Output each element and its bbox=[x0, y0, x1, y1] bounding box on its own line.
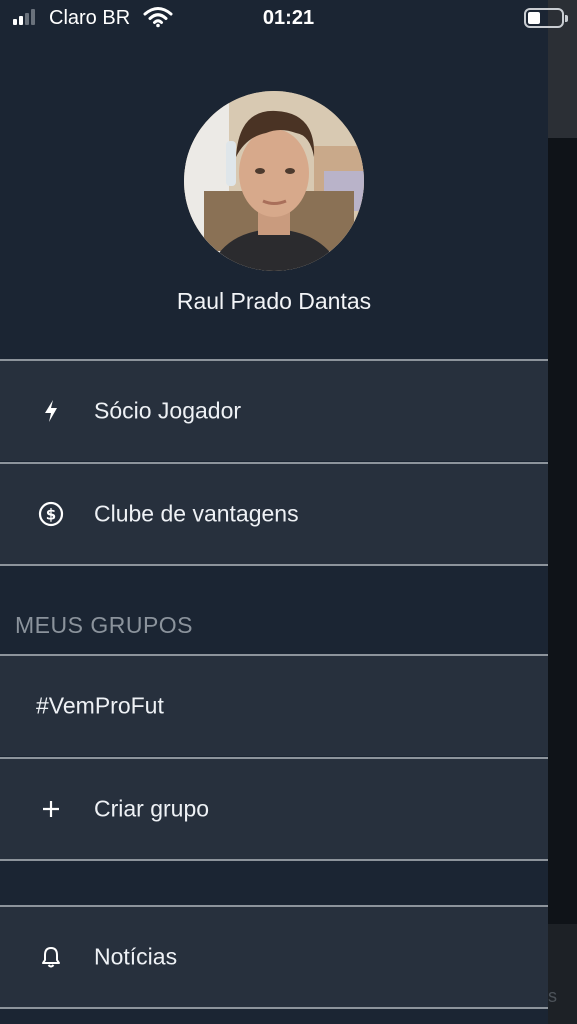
background-app-content bbox=[548, 138, 577, 924]
section-title-meus-grupos: MEUS GRUPOS bbox=[15, 612, 194, 638]
bell-icon bbox=[36, 942, 66, 972]
background-app-footer bbox=[548, 924, 577, 1024]
plus-icon bbox=[36, 794, 66, 824]
lightning-icon bbox=[36, 396, 66, 426]
divider bbox=[0, 1007, 548, 1009]
svg-text:$: $ bbox=[46, 506, 56, 524]
dollar-circle-icon: $ bbox=[36, 499, 66, 529]
divider bbox=[0, 564, 548, 566]
group-item-label: #VemProFut bbox=[36, 692, 164, 719]
status-bar: Claro BR 01:21 bbox=[0, 0, 577, 38]
menu-item-clube-de-vantagens[interactable]: $ Clube de vantagens bbox=[0, 462, 548, 564]
navigation-drawer: Raul Prado Dantas Sócio Jogador $ Clube … bbox=[0, 0, 548, 1024]
menu-item-noticias[interactable]: Notícias bbox=[0, 905, 548, 1007]
avatar-photo bbox=[184, 91, 364, 271]
battery-icon bbox=[524, 8, 568, 28]
menu-item-socio-jogador[interactable]: Sócio Jogador bbox=[0, 359, 548, 461]
status-time: 01:21 bbox=[262, 7, 315, 29]
create-group-button[interactable]: Criar grupo bbox=[0, 757, 548, 859]
background-app[interactable]: s bbox=[548, 0, 577, 1024]
user-name: Raul Prado Dantas bbox=[176, 288, 372, 314]
menu-item-label: Sócio Jogador bbox=[94, 397, 242, 424]
menu-item-label: Notícias bbox=[94, 943, 178, 970]
menu-item-label: Clube de vantagens bbox=[94, 500, 299, 527]
create-group-label: Criar grupo bbox=[94, 795, 210, 822]
avatar[interactable] bbox=[184, 91, 364, 271]
divider bbox=[0, 859, 548, 861]
group-item-vemprofut[interactable]: #VemProFut bbox=[0, 654, 548, 756]
background-app-partial-text: s bbox=[548, 986, 557, 1006]
